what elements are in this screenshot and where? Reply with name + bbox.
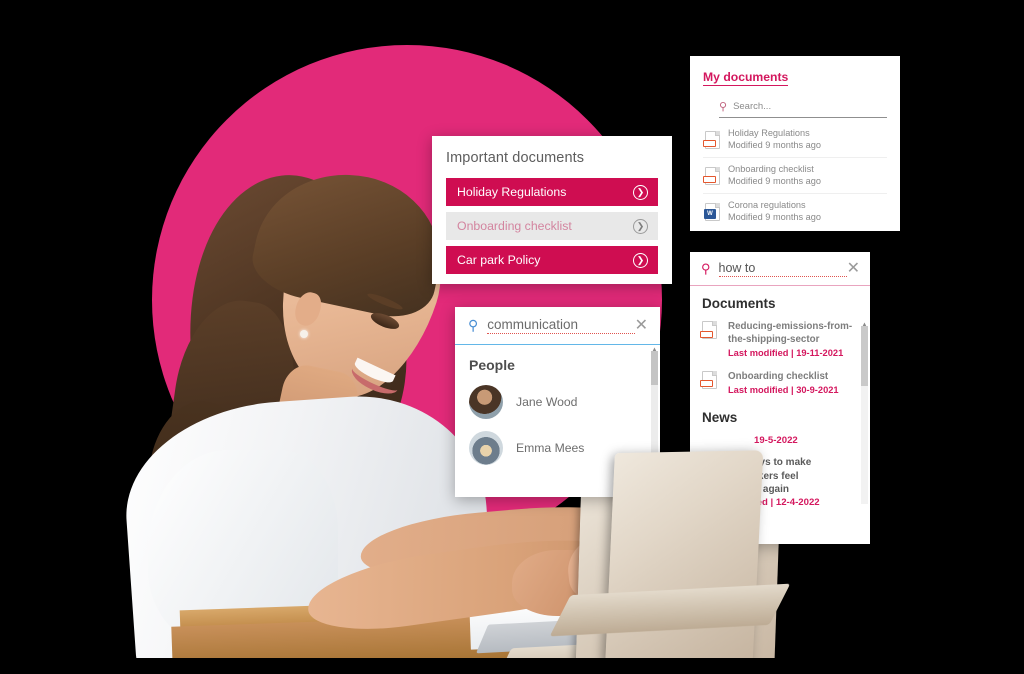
result-title: Reducing-emissions-from-the-shipping-sec… <box>728 321 853 345</box>
file-name: Onboarding checklist <box>728 164 814 174</box>
list-item[interactable]: Jane Wood <box>469 385 648 419</box>
section-title-news: News <box>702 410 738 426</box>
list-item[interactable]: Holiday Regulations Modified 9 months ag… <box>703 122 887 158</box>
avatar <box>469 385 503 419</box>
list-item[interactable]: Reducing-emissions-from-the-shipping-sec… <box>700 321 856 360</box>
search-icon: ⚲ <box>719 101 728 113</box>
scrollbar[interactable]: ▲ <box>651 347 658 461</box>
my-documents-search[interactable]: ⚲ Search... <box>719 100 887 118</box>
search-input[interactable]: communication <box>487 317 635 334</box>
pdf-file-icon <box>700 370 717 389</box>
doc-label: Car park Policy <box>457 253 541 267</box>
news-date: 19-5-2022 <box>754 435 798 447</box>
scrollbar[interactable]: ▲ <box>861 322 868 504</box>
section-title-people: People <box>469 357 515 373</box>
scrollbar-thumb[interactable] <box>861 326 868 386</box>
pdf-file-icon <box>703 166 720 185</box>
pdf-file-icon <box>700 321 717 339</box>
person-name: Emma Mees <box>516 441 585 455</box>
howto-search-bar[interactable]: ⚲ how to ✕ <box>690 252 870 286</box>
word-badge: W <box>704 209 716 219</box>
my-documents-search-placeholder: Search... <box>733 101 772 112</box>
search-icon: ⚲ <box>468 317 479 333</box>
pdf-file-icon <box>703 130 720 149</box>
result-title: Onboarding checklist <box>728 370 829 382</box>
important-documents-card: Important documents Holiday Regulations … <box>432 136 672 284</box>
laptop-occluder <box>605 450 764 674</box>
news-headline-line: rkers feel <box>754 470 799 482</box>
doc-label: Holiday Regulations <box>457 185 567 199</box>
file-name: Holiday Regulations <box>728 128 810 138</box>
search-input[interactable]: how to <box>718 261 847 277</box>
page-title: Important documents <box>446 150 585 166</box>
news-modified: ied | 12-4-2022 <box>754 496 820 508</box>
news-headline-line: ays to make <box>754 457 812 469</box>
section-title-documents: Documents <box>702 296 776 311</box>
my-documents-title: My documents <box>703 70 789 86</box>
my-documents-card: My documents ⚲ Search... Holiday Regulat… <box>690 56 900 231</box>
file-modified: Modified 9 months ago <box>728 211 821 222</box>
close-icon[interactable]: ✕ <box>635 317 648 334</box>
important-doc-onboarding-checklist[interactable]: Onboarding checklist ❯ <box>446 212 658 240</box>
list-item[interactable]: Onboarding checklist Last modified | 30-… <box>700 370 856 397</box>
search-icon: ⚲ <box>701 260 711 276</box>
result-modified: Last modified | 19-11-2021 <box>728 348 844 359</box>
bottom-mask <box>0 658 1024 674</box>
scrollbar-thumb[interactable] <box>651 351 658 385</box>
list-item[interactable]: W Corona regulations Modified 9 months a… <box>703 194 887 229</box>
file-name: Corona regulations <box>728 200 806 210</box>
list-item[interactable]: Onboarding checklist Modified 9 months a… <box>703 158 887 194</box>
close-icon[interactable]: ✕ <box>847 260 860 277</box>
chevron-right-icon: ❯ <box>633 184 648 200</box>
file-modified: Modified 9 months ago <box>728 139 821 150</box>
doc-label: Onboarding checklist <box>457 219 572 233</box>
chevron-right-icon: ❯ <box>633 218 648 234</box>
earring-icon <box>300 330 308 338</box>
communication-search-bar[interactable]: ⚲ communication ✕ <box>455 307 660 345</box>
file-modified: Modified 9 months ago <box>728 175 821 186</box>
important-doc-holiday-regulations[interactable]: Holiday Regulations ❯ <box>446 178 658 206</box>
word-file-icon: W <box>704 202 720 221</box>
news-headline-line: d again <box>754 484 790 496</box>
avatar <box>469 431 503 465</box>
communication-results: ▲ People Jane Wood Emma Mees <box>455 345 660 465</box>
chevron-right-icon: ❯ <box>633 252 648 268</box>
result-modified: Last modified | 30-9-2021 <box>728 385 839 396</box>
person-name: Jane Wood <box>516 395 578 409</box>
screenshot-stage: My documents ⚲ Search... Holiday Regulat… <box>0 0 1024 674</box>
important-doc-car-park-policy[interactable]: Car park Policy ❯ <box>446 246 658 274</box>
